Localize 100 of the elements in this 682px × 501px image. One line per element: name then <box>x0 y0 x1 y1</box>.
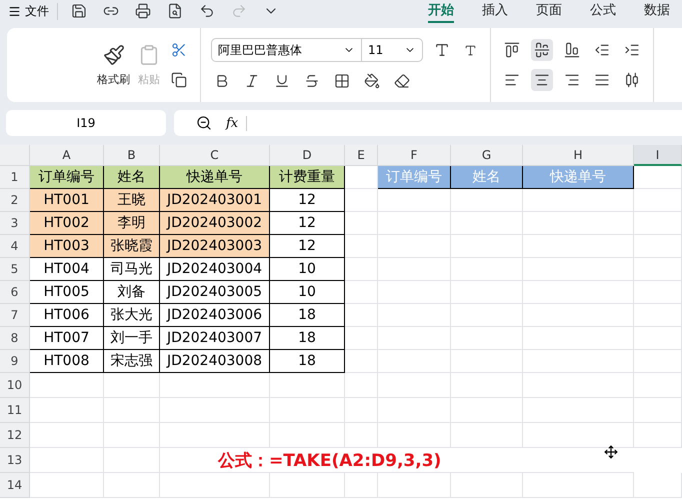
scissors-icon[interactable] <box>171 42 187 58</box>
column-header[interactable]: H <box>523 145 634 166</box>
ribbon-tab[interactable]: 开始 <box>428 0 454 23</box>
zoom-icon[interactable] <box>196 115 212 131</box>
row-number[interactable]: 12 <box>0 423 30 448</box>
empty-cell <box>451 423 523 448</box>
row-number[interactable]: 13 <box>0 448 30 473</box>
empty-cell <box>634 258 682 281</box>
fx-label: fx <box>226 116 248 130</box>
underline-icon[interactable] <box>274 73 290 89</box>
empty-cell <box>451 258 523 281</box>
table-cell: 18 <box>270 327 345 350</box>
undo-icon[interactable] <box>199 3 215 19</box>
row-number[interactable]: 5 <box>0 258 30 281</box>
row-number[interactable]: 10 <box>0 373 30 398</box>
table-cell: HT007 <box>30 327 104 350</box>
column-header[interactable]: D <box>270 145 345 166</box>
file-menu[interactable]: 文件 <box>8 2 58 20</box>
column-header[interactable]: A <box>30 145 104 166</box>
strikethrough-icon[interactable] <box>304 73 320 89</box>
table-cell: 刘备 <box>104 281 160 304</box>
formula-annotation: 公式：=TAKE(A2:D9,3,3) <box>160 448 634 473</box>
shrink-font-icon[interactable] <box>464 44 477 56</box>
empty-cell <box>451 350 523 373</box>
ribbon-tab[interactable]: 插入 <box>482 0 508 23</box>
row-number[interactable]: 9 <box>0 350 30 373</box>
row-number[interactable]: 7 <box>0 304 30 327</box>
column-header[interactable]: C <box>160 145 270 166</box>
empty-cell <box>104 398 160 423</box>
column-header[interactable]: I <box>634 145 682 166</box>
empty-cell <box>451 212 523 235</box>
empty-cell <box>451 373 523 398</box>
empty-cell <box>634 327 682 350</box>
row-number[interactable]: 2 <box>0 189 30 212</box>
ribbon-tab[interactable]: 数据 <box>644 0 670 23</box>
empty-cell <box>451 281 523 304</box>
column-header[interactable]: F <box>378 145 451 166</box>
table-cell: JD202403006 <box>160 304 270 327</box>
cursor-icon <box>604 445 618 459</box>
empty-cell <box>345 473 378 498</box>
table-cell: 18 <box>270 350 345 373</box>
column-header[interactable]: E <box>345 145 378 166</box>
table-cell: HT003 <box>30 235 104 258</box>
empty-cell <box>451 398 523 423</box>
column-header[interactable]: B <box>104 145 160 166</box>
table-cell: HT005 <box>30 281 104 304</box>
empty-cell <box>104 423 160 448</box>
empty-cell <box>345 398 378 423</box>
empty-cell <box>104 473 160 498</box>
font-size-dropdown[interactable]: 11 <box>362 39 422 61</box>
table-cell: 张大光 <box>104 304 160 327</box>
menu-icon <box>8 4 21 18</box>
row-number[interactable]: 14 <box>0 473 30 498</box>
formula-bar[interactable]: fx <box>174 110 682 136</box>
row-number[interactable]: 8 <box>0 327 30 350</box>
empty-cell <box>451 304 523 327</box>
header-cell: 快递单号 <box>160 166 270 189</box>
table-cell: JD202403003 <box>160 235 270 258</box>
ribbon-tab[interactable]: 页面 <box>536 0 562 23</box>
empty-cell <box>451 235 523 258</box>
table-cell: JD202403008 <box>160 350 270 373</box>
table-cell: 12 <box>270 212 345 235</box>
name-box[interactable]: I19 <box>6 110 166 136</box>
fill-color-icon[interactable] <box>364 73 380 89</box>
grow-font-icon[interactable] <box>434 42 450 58</box>
empty-cell <box>104 448 160 473</box>
empty-cell <box>345 373 378 398</box>
save-icon[interactable] <box>71 3 87 19</box>
table-cell: 10 <box>270 258 345 281</box>
row-number[interactable]: 4 <box>0 235 30 258</box>
header-cell: 计费重量 <box>270 166 345 189</box>
row-number[interactable]: 1 <box>0 166 30 189</box>
table-cell: JD202403001 <box>160 189 270 212</box>
table-cell: HT006 <box>30 304 104 327</box>
print-preview-icon[interactable] <box>167 3 183 19</box>
row-number[interactable]: 6 <box>0 281 30 304</box>
row-number[interactable]: 3 <box>0 212 30 235</box>
italic-icon[interactable] <box>244 73 260 89</box>
table-cell: 张晓霞 <box>104 235 160 258</box>
table-cell: 10 <box>270 281 345 304</box>
eraser-icon[interactable] <box>394 73 410 89</box>
empty-cell <box>634 423 682 448</box>
table-cell: 王晓 <box>104 189 160 212</box>
copy-icon[interactable] <box>171 72 187 88</box>
row-number[interactable]: 11 <box>0 398 30 423</box>
paintbrush-icon[interactable] <box>102 44 124 66</box>
ribbon-tab[interactable]: 公式 <box>590 0 616 23</box>
table-cell: HT008 <box>30 350 104 373</box>
print-icon[interactable] <box>135 3 151 19</box>
clipboard-icon[interactable] <box>138 44 160 66</box>
borders-icon[interactable] <box>334 73 350 89</box>
format-painter-button[interactable]: 格式刷 <box>97 44 130 86</box>
font-name-dropdown[interactable]: 阿里巴巴普惠体 <box>212 39 362 61</box>
empty-cell <box>451 473 523 498</box>
empty-cell <box>634 235 682 258</box>
header-cell: 订单编号 <box>378 166 451 189</box>
table-cell: HT002 <box>30 212 104 235</box>
header-cell: 姓名 <box>451 166 523 189</box>
table-cell: 宋志强 <box>104 350 160 373</box>
column-header[interactable]: G <box>451 145 523 166</box>
